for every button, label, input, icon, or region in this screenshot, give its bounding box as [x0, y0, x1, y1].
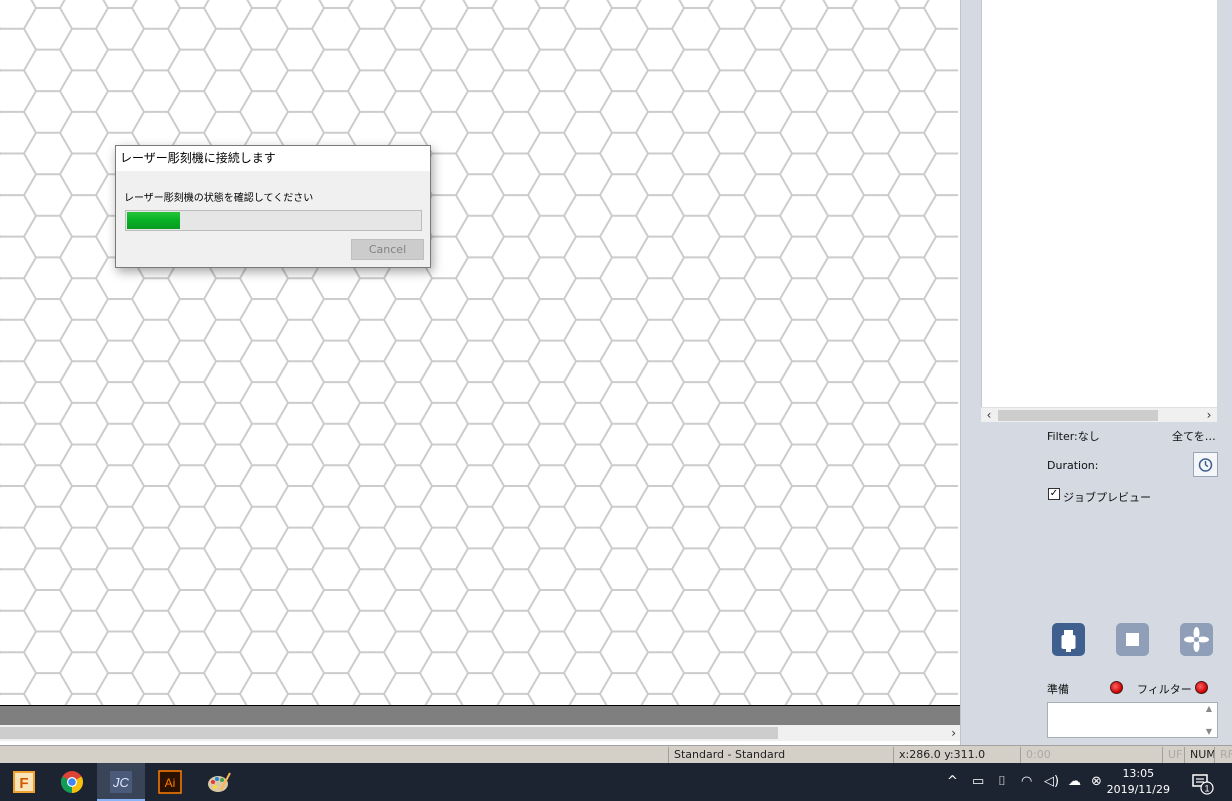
- notification-center-button[interactable]: 1: [1190, 771, 1214, 795]
- filter-status-label: フィルター: [1137, 683, 1192, 696]
- fusion-app-icon: F: [13, 771, 35, 793]
- hexagon-cells: [0, 0, 958, 705]
- duration-label: Duration:: [1047, 459, 1099, 472]
- ready-label: 準備: [1047, 683, 1069, 696]
- job-preview-checkbox[interactable]: ✓: [1048, 488, 1060, 500]
- clock-time: 13:05: [1122, 767, 1155, 780]
- taskbar-paint[interactable]: [195, 763, 243, 801]
- cloud-icon[interactable]: ☁: [1068, 773, 1081, 791]
- message-box[interactable]: ▲ ▼: [1047, 702, 1218, 738]
- taskbar-laser-app[interactable]: JC: [97, 763, 145, 801]
- scroll-right-icon[interactable]: ›: [951, 725, 956, 741]
- volume-icon[interactable]: ◁): [1044, 773, 1059, 791]
- timer-icon: [1198, 458, 1213, 472]
- wifi-icon[interactable]: ◠: [1021, 773, 1032, 791]
- uf-indicator: UF: [1162, 747, 1184, 763]
- checkmark-icon: ✓: [1049, 488, 1059, 499]
- job-list-scrollbar[interactable]: ‹ ›: [981, 407, 1217, 422]
- connection-progress-bar: [125, 210, 422, 231]
- usb-icon: [1061, 630, 1076, 652]
- svg-text:1: 1: [1204, 784, 1209, 794]
- close-circle-icon[interactable]: ⊗: [1091, 773, 1102, 791]
- scroll-up-icon[interactable]: ▲: [1203, 704, 1215, 713]
- taskbar-illustrator[interactable]: Ai: [146, 763, 194, 801]
- svg-text:F: F: [19, 775, 28, 792]
- profile-status: Standard - Standard: [668, 747, 893, 763]
- canvas-horizontal-scrollbar[interactable]: ›: [0, 725, 960, 741]
- right-panel: ‹ › Filter:なし 全てを… Duration: ✓ ジョブプレビュー: [960, 0, 1232, 745]
- job-list-scroll-thumb[interactable]: [998, 410, 1158, 421]
- notification-icon: 1: [1192, 774, 1214, 795]
- usb-drive-icon[interactable]: ⌷: [998, 773, 1006, 791]
- coordinates-status: x:286.0 y:311.0: [893, 747, 1020, 763]
- canvas-scroll-thumb[interactable]: [0, 727, 778, 739]
- select-all-button[interactable]: 全てを…: [1172, 428, 1216, 444]
- num-lock-indicator: NUM: [1184, 747, 1214, 763]
- status-bar: Standard - Standard x:286.0 y:311.0 0:00…: [0, 745, 1232, 763]
- clock-date: 2019/11/29: [1106, 783, 1170, 796]
- scroll-down-icon[interactable]: ▼: [1203, 727, 1215, 736]
- paint-icon: [208, 772, 231, 792]
- rf-indicator: RF: [1214, 747, 1232, 763]
- canvas-bottom-bar: [0, 705, 960, 725]
- dialog-title: レーザー彫刻機に接続します: [116, 146, 430, 171]
- filter-status-indicator: [1195, 681, 1208, 694]
- hexagon-grid-pattern: [0, 0, 958, 705]
- stop-button[interactable]: [1116, 623, 1149, 656]
- connect-dialog: レーザー彫刻機に接続します レーザー彫刻機の状態を確認してください Cancel: [115, 145, 431, 268]
- fan-button[interactable]: [1180, 623, 1213, 656]
- taskbar-chrome[interactable]: [48, 763, 96, 801]
- job-preview-label: ジョブプレビュー: [1063, 491, 1151, 504]
- taskbar-fusion-app[interactable]: F: [0, 763, 48, 801]
- stop-icon: [1126, 633, 1139, 646]
- scroll-right-icon[interactable]: ›: [1201, 408, 1217, 423]
- show-hidden-icons-icon[interactable]: ^: [947, 773, 958, 791]
- progress-fill: [127, 212, 180, 229]
- ready-status-indicator: [1110, 681, 1123, 694]
- work-canvas[interactable]: [0, 0, 958, 705]
- job-time-status: 0:00: [1020, 747, 1162, 763]
- dialog-message: レーザー彫刻機の状態を確認してください: [124, 193, 314, 204]
- windows-taskbar: F JC Ai ^ ▭ ⌷ ◠ ◁) ☁ ⊗ 13:05 2019/11/29 …: [0, 763, 1232, 801]
- cancel-button[interactable]: Cancel: [351, 239, 424, 260]
- filter-label: Filter:なし: [1047, 430, 1100, 443]
- battery-icon[interactable]: ▭: [972, 773, 984, 791]
- fan-icon: [1184, 627, 1209, 652]
- laser-app-icon: JC: [110, 771, 132, 793]
- duration-button[interactable]: [1193, 452, 1218, 477]
- svg-text:Ai: Ai: [165, 776, 176, 790]
- job-list[interactable]: [981, 0, 1217, 407]
- usb-connect-button[interactable]: [1052, 623, 1085, 656]
- chrome-icon: [61, 771, 83, 793]
- illustrator-icon: Ai: [158, 770, 182, 794]
- scroll-left-icon[interactable]: ‹: [981, 408, 997, 423]
- svg-text:JC: JC: [112, 775, 130, 790]
- system-clock[interactable]: 13:05 2019/11/29: [1107, 766, 1170, 798]
